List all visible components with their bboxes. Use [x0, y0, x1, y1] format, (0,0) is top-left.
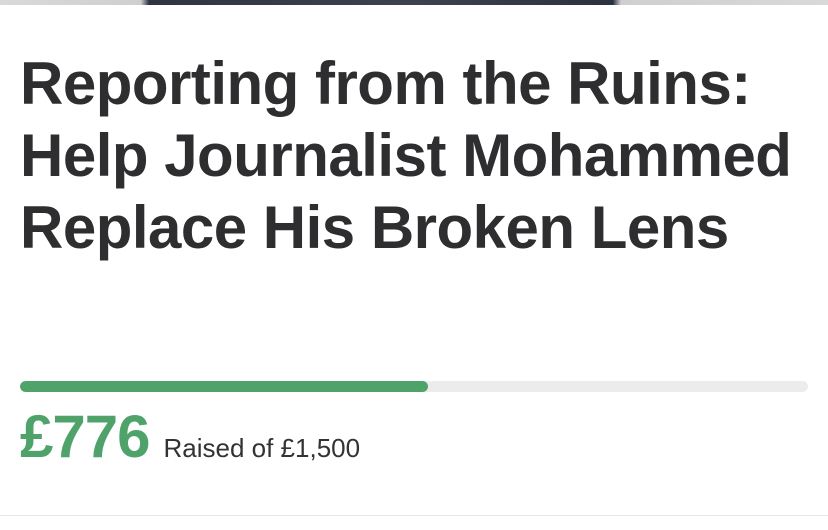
hero-image-edge	[0, 0, 828, 5]
raised-summary: £776 Raised of £1,500	[20, 402, 360, 472]
progress-bar	[20, 381, 808, 392]
raised-goal-label: Raised of £1,500	[163, 433, 361, 463]
raised-amount: £776	[20, 403, 150, 470]
progress-bar-fill	[20, 381, 428, 392]
campaign-title: Reporting from the Ruins: Help Journalis…	[20, 50, 792, 261]
divider	[0, 515, 828, 516]
